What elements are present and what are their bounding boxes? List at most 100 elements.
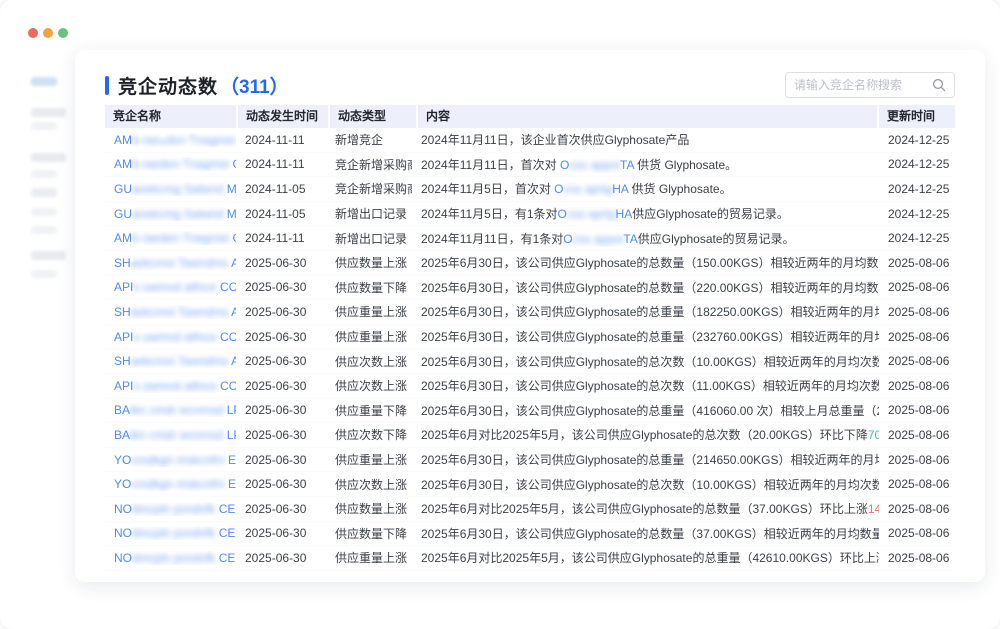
competitor-name-cell: NOdmcjdn jsmdnfk CE...: [105, 526, 236, 540]
page-title: 竞企动态数: [118, 72, 218, 99]
event-type-cell: 供应次数上涨: [326, 353, 412, 370]
company-link[interactable]: HA: [612, 182, 628, 196]
sidebar-item[interactable]: [31, 270, 57, 278]
column-header-body: 内容: [418, 105, 877, 128]
event-date-cell: 2025-06-30: [236, 305, 326, 319]
event-date-cell: 2025-06-30: [236, 453, 326, 467]
competitor-name-link[interactable]: AMb raeden Tnagmei G...: [114, 231, 236, 245]
company-link[interactable]: HA: [616, 207, 633, 221]
competitor-name-link[interactable]: APIs uwmvd atfnce CO...: [114, 330, 236, 344]
company-link[interactable]: TA: [620, 158, 634, 172]
window-controls: [28, 28, 68, 38]
updated-date-cell: 2025-08-06: [879, 354, 955, 368]
table-row: APIs uwmvd atfnce CO...2025-06-30供应次数上涨2…: [105, 374, 955, 399]
event-type-cell: 供应数量上涨: [326, 500, 412, 517]
event-date-cell: 2025-06-30: [236, 256, 326, 270]
competitor-name-link[interactable]: NOdmcjdn jsmdnfk CE...: [114, 502, 236, 516]
competitor-name-link[interactable]: SHaekcmsi Tawndms AGR...: [114, 256, 236, 270]
record-count: （311）: [220, 72, 289, 99]
table-row: SHaekcmsi Tawndms AGR...2025-06-30供应数量上涨…: [105, 251, 955, 276]
competitor-name-link[interactable]: APIs uwmvd atfnce CO...: [114, 280, 236, 294]
column-header-date: 动态发生时间: [238, 105, 328, 128]
event-type-cell: 新增竞企: [326, 131, 412, 148]
close-button[interactable]: [28, 28, 38, 38]
search-input[interactable]: [794, 78, 932, 92]
competitor-name-link[interactable]: GUanekcmg Salwnd MC...: [114, 182, 236, 196]
competitor-name-cell: SHaekcmsi Tawndms AGR...: [105, 354, 236, 368]
company-link[interactable]: css aprtg: [564, 182, 613, 196]
company-link[interactable]: O: [558, 207, 567, 221]
competitor-name-cell: APIs uwmvd atfnce CO...: [105, 330, 236, 344]
event-type-cell: 供应数量上涨: [326, 254, 412, 271]
sidebar-item[interactable]: [31, 188, 57, 197]
company-link[interactable]: TA: [623, 232, 637, 246]
content-cell: 2024年11月11日，该企业首次供应Glyphosate产品: [412, 131, 879, 148]
company-link[interactable]: O: [554, 182, 563, 196]
sidebar-item[interactable]: [31, 153, 66, 162]
event-type-cell: 供应次数上涨: [326, 377, 412, 394]
company-link[interactable]: O: [560, 158, 569, 172]
event-date-cell: 2025-06-30: [236, 354, 326, 368]
competitor-name-link[interactable]: APIs uwmvd atfnce CO...: [114, 379, 236, 393]
minimize-button[interactable]: [43, 28, 53, 38]
competitor-name-link[interactable]: AMb raeهden Tnagmei G...: [114, 133, 236, 147]
company-link[interactable]: css appoi: [569, 158, 620, 172]
competitor-name-cell: BAtkn cmdr wcnmsd LP: [105, 428, 236, 442]
sidebar-item[interactable]: [31, 226, 57, 234]
competitor-name-cell: GUanekcmg Salwnd MC...: [105, 182, 236, 196]
competitor-name-cell: YOcmdkgn mskcnfm ES...: [105, 477, 236, 491]
content-cell: 2025年6月30日，该公司供应Glyphosate的总重量（232760.00…: [412, 328, 879, 345]
company-link[interactable]: css aprtg: [567, 207, 616, 221]
competitor-name-cell: AMb raeهden Tnagmei G...: [105, 133, 236, 147]
competitor-name-link[interactable]: YOcmdkgn mskcnfm ES...: [114, 453, 236, 467]
competitor-name-link[interactable]: BAtkn cmdr wcnmsd LP: [114, 403, 236, 417]
event-type-cell: 供应数量下降: [326, 525, 412, 542]
updated-date-cell: 2024-12-25: [879, 207, 955, 221]
event-date-cell: 2024-11-11: [236, 133, 326, 147]
sidebar-item[interactable]: [31, 251, 66, 260]
sidebar-item[interactable]: [31, 208, 57, 216]
updated-date-cell: 2024-12-25: [879, 182, 955, 196]
event-date-cell: 2025-06-30: [236, 330, 326, 344]
company-link[interactable]: css appoi: [573, 232, 624, 246]
competitor-name-cell: APIs uwmvd atfnce CO...: [105, 379, 236, 393]
event-type-cell: 供应重量上涨: [326, 549, 412, 566]
content-cell: 2025年6月对比2025年5月，该公司供应Glyphosate的总重量（426…: [412, 549, 879, 566]
content-cell: 2025年6月30日，该公司供应Glyphosate的总数量（150.00KGS…: [412, 254, 879, 271]
competitor-name-link[interactable]: SHaekcmsi Tawndms AGR...: [114, 305, 236, 319]
competitor-name-link[interactable]: NOdmcjdn jsmdnfk CE...: [114, 551, 236, 565]
search-box[interactable]: [785, 72, 955, 98]
event-date-cell: 2024-11-05: [236, 207, 326, 221]
sidebar-item[interactable]: [31, 108, 66, 117]
event-date-cell: 2025-06-30: [236, 428, 326, 442]
updated-date-cell: 2025-08-06: [879, 428, 955, 442]
competitor-name-link[interactable]: SHaekcmsi Tawndms AGR...: [114, 354, 236, 368]
table-row: YOcmdkgn mskcnfm ES...2025-06-30供应次数上涨20…: [105, 472, 955, 497]
company-link[interactable]: O: [563, 232, 572, 246]
event-date-cell: 2025-06-30: [236, 280, 326, 294]
content-cell: 2025年6月30日，该公司供应Glyphosate的总重量（416060.00…: [412, 402, 879, 419]
content-cell: 2025年6月30日，该公司供应Glyphosate的总重量（182250.00…: [412, 303, 879, 320]
competitor-name-cell: AMb raeden Tnagmei G...: [105, 231, 236, 245]
search-icon[interactable]: [932, 78, 946, 92]
main-panel: 竞企动态数 （311） 竞企名称动态发生时间动态类型内容更新时间 AMb rae…: [75, 50, 985, 582]
competitor-name-cell: SHaekcmsi Tawndms AGR...: [105, 305, 236, 319]
table-row: SHaekcmsi Tawndms AGR...2025-06-30供应重量上涨…: [105, 300, 955, 325]
competitor-name-link[interactable]: NOdmcjdn jsmdnfk CE...: [114, 526, 236, 540]
sidebar-item[interactable]: [31, 122, 57, 130]
competitor-name-link[interactable]: GUanekcmg Salwnd MC...: [114, 207, 236, 221]
updated-date-cell: 2024-12-25: [879, 231, 955, 245]
sidebar-item-active[interactable]: [31, 77, 57, 86]
competitor-name-cell: GUanekcmg Salwnd MC...: [105, 207, 236, 221]
sidebar-item[interactable]: [31, 170, 57, 178]
event-date-cell: 2024-11-11: [236, 231, 326, 245]
competitor-name-link[interactable]: AMb raeden Tnagmei G...: [114, 157, 236, 171]
competitor-name-link[interactable]: BAtkn cmdr wcnmsd LP: [114, 428, 236, 442]
competitor-name-cell: NOdmcjdn jsmdnfk CE...: [105, 551, 236, 565]
competitor-name-link[interactable]: YOcmdkgn mskcnfm ES...: [114, 477, 236, 491]
table-row: SHaekcmsi Tawndms AGR...2025-06-30供应次数上涨…: [105, 349, 955, 374]
event-date-cell: 2025-06-30: [236, 379, 326, 393]
content-cell: 2025年6月30日，该公司供应Glyphosate的总数量（37.00KGS）…: [412, 525, 879, 542]
table-body: AMb raeهden Tnagmei G...2024-11-11新增竞企20…: [105, 128, 955, 571]
maximize-button[interactable]: [58, 28, 68, 38]
